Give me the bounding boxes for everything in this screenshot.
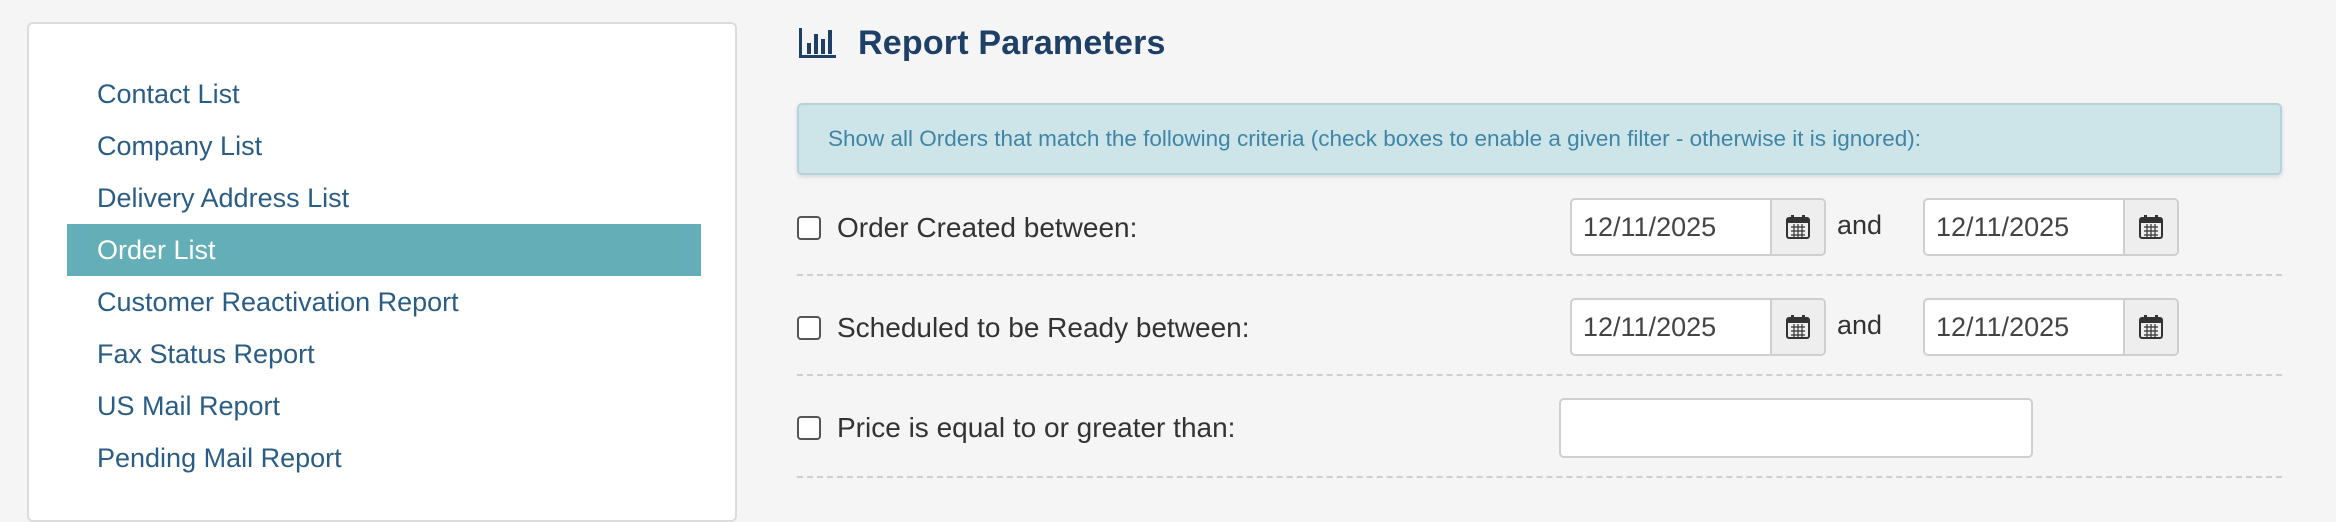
calendar-icon[interactable]: [1770, 300, 1824, 354]
calendar-icon[interactable]: [1770, 200, 1824, 254]
page-title: Report Parameters: [858, 23, 1166, 62]
filter-row-scheduled-ready: Scheduled to be Ready between: and: [797, 276, 2282, 376]
sidebar-nav: Contact List Company List Delivery Addre…: [67, 68, 701, 484]
sidebar-item-customer-reactivation-report[interactable]: Customer Reactivation Report: [67, 276, 701, 328]
order-created-checkbox[interactable]: [797, 216, 821, 240]
bar-chart-icon: [799, 28, 836, 58]
sidebar-item-pending-mail-report[interactable]: Pending Mail Report: [67, 432, 701, 484]
sidebar-item-fax-status-report[interactable]: Fax Status Report: [67, 328, 701, 380]
and-label: and: [1837, 310, 1883, 340]
page-header: Report Parameters: [797, 18, 1166, 68]
info-alert: Show all Orders that match the following…: [797, 103, 2282, 175]
calendar-icon[interactable]: [2123, 300, 2177, 354]
order-created-label: Order Created between:: [837, 212, 1138, 243]
report-parameters-panel: Report Parameters Show all Orders that m…: [797, 0, 2282, 490]
sidebar-item-contact-list[interactable]: Contact List: [67, 68, 701, 120]
sidebar-item-delivery-address-list[interactable]: Delivery Address List: [67, 172, 701, 224]
scheduled-ready-to-date-input[interactable]: [1925, 300, 2125, 354]
sidebar-item-order-list[interactable]: Order List: [67, 224, 701, 276]
order-created-to-date: [1923, 198, 2179, 256]
order-created-to-date-input[interactable]: [1925, 200, 2125, 254]
and-label: and: [1837, 210, 1883, 240]
calendar-icon[interactable]: [2123, 200, 2177, 254]
sidebar: Contact List Company List Delivery Addre…: [27, 22, 737, 522]
order-created-from-date: [1570, 198, 1826, 256]
price-label: Price is equal to or greater than:: [837, 412, 1236, 443]
filter-row-price: Price is equal to or greater than:: [797, 376, 2282, 478]
scheduled-ready-from-date-input[interactable]: [1572, 300, 1772, 354]
scheduled-ready-label: Scheduled to be Ready between:: [837, 312, 1250, 343]
scheduled-ready-from-date: [1570, 298, 1826, 356]
price-checkbox[interactable]: [797, 416, 821, 440]
scheduled-ready-checkbox[interactable]: [797, 316, 821, 340]
filter-row-order-created: Order Created between: and: [797, 180, 2282, 276]
sidebar-item-us-mail-report[interactable]: US Mail Report: [67, 380, 701, 432]
sidebar-item-company-list[interactable]: Company List: [67, 120, 701, 172]
scheduled-ready-to-date: [1923, 298, 2179, 356]
order-created-from-date-input[interactable]: [1572, 200, 1772, 254]
price-input[interactable]: [1559, 398, 2033, 458]
